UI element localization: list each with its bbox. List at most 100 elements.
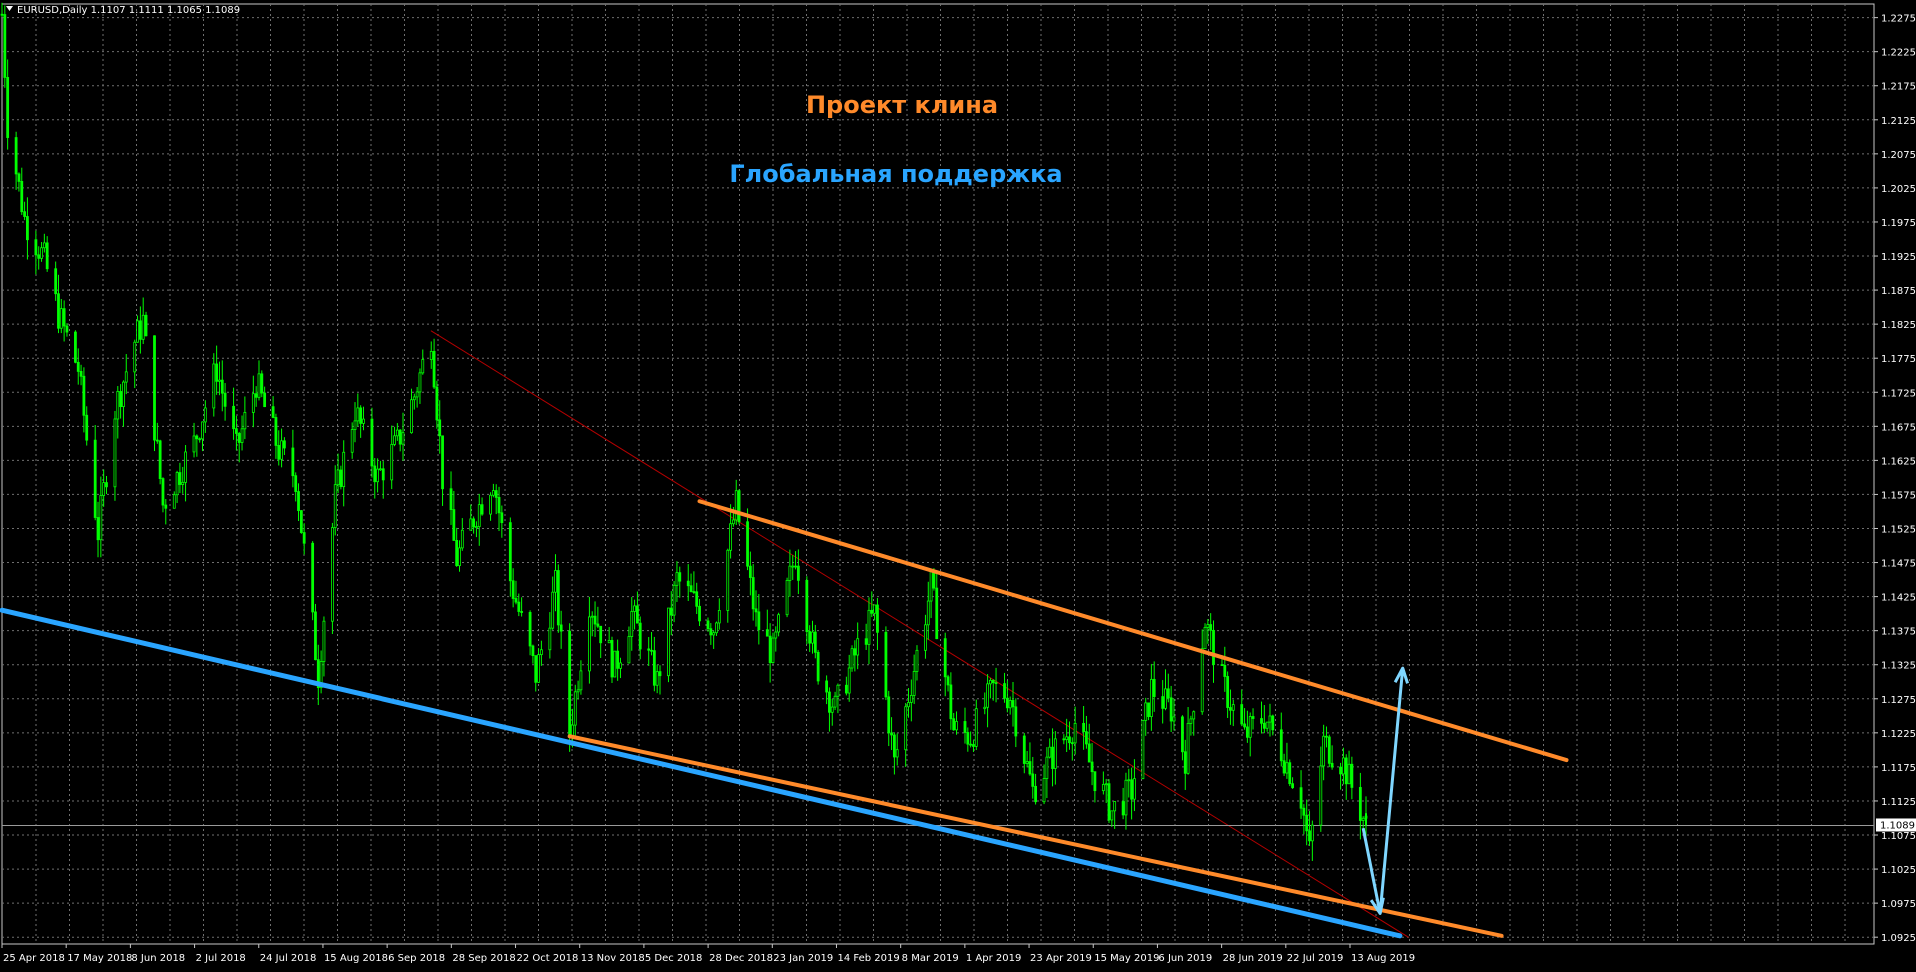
- time-tick-label: 6 Jun 2019: [1158, 953, 1212, 964]
- candle-body-last: [1365, 813, 1367, 826]
- candle-body: [686, 580, 690, 587]
- candle-body: [1288, 762, 1292, 785]
- candle-body: [1101, 784, 1105, 792]
- candle-body: [1325, 735, 1328, 738]
- price-tick-label: 1.1075: [1881, 831, 1916, 842]
- candle-body: [638, 622, 642, 650]
- price-tick-label: 1.2025: [1881, 184, 1916, 195]
- price-tick-label: 1.1175: [1881, 763, 1916, 774]
- candle-body: [706, 620, 710, 630]
- candle-body: [737, 490, 741, 523]
- candle-body: [1127, 779, 1131, 782]
- candle-body: [116, 391, 120, 420]
- candle-body: [892, 734, 896, 758]
- candle-body: [432, 350, 436, 388]
- candle-body: [184, 451, 187, 483]
- time-tick-label: 17 May 2018: [67, 953, 132, 964]
- chart-window[interactable]: 1.2275 1.2225 1.2175 1.2125 1.2075 1.2025 1.19…: [0, 0, 1916, 972]
- candle-body: [497, 497, 501, 514]
- price-tick-label: 1.1275: [1881, 695, 1916, 706]
- candle-body: [1062, 738, 1066, 741]
- time-tick-label: 28 Sep 2018: [452, 953, 515, 964]
- candle-body: [833, 695, 837, 708]
- chart-header-text: EURUSD,Daily 1.1107 1.1111 1.1065 1.1089: [17, 5, 240, 16]
- eurusd-daily-chart[interactable]: 1.2275 1.2225 1.2175 1.2125 1.2075 1.2025 1.19…: [0, 0, 1916, 972]
- candle-body: [887, 696, 891, 734]
- candle-body: [215, 363, 219, 382]
- candle-body: [1008, 700, 1012, 709]
- candle-body: [410, 399, 413, 434]
- candle-body: [93, 439, 97, 518]
- candle-body: [907, 702, 910, 708]
- candle-body: [994, 682, 998, 685]
- candle-body: [599, 625, 603, 644]
- candle-body: [909, 695, 913, 703]
- candle-body: [667, 607, 670, 677]
- candle-body: [650, 649, 653, 652]
- candle-body: [771, 637, 775, 663]
- candle-body: [1262, 722, 1266, 729]
- candle-body: [460, 529, 464, 549]
- candle-body: [1025, 761, 1029, 764]
- candle-body: [1260, 718, 1263, 724]
- candle-body: [669, 607, 673, 616]
- candle-body: [1339, 766, 1342, 775]
- candle-body: [339, 469, 343, 488]
- candle-body: [732, 519, 735, 525]
- price-tick-label: 1.1775: [1881, 354, 1916, 365]
- candle-body: [452, 509, 456, 541]
- candle-body: [1144, 702, 1148, 721]
- candle-body: [1319, 765, 1323, 826]
- time-tick-label: 15 May 2019: [1094, 953, 1159, 964]
- candle-body: [658, 671, 662, 677]
- candle-body: [579, 670, 583, 691]
- candle-body: [1003, 683, 1006, 699]
- candle-body: [302, 532, 306, 544]
- candle-body: [57, 293, 60, 329]
- candle-body: [1248, 716, 1252, 738]
- candle-body: [1073, 722, 1077, 744]
- time-tick-label: 14 Feb 2019: [837, 953, 899, 964]
- candle-body: [469, 518, 473, 531]
- candle-body: [218, 379, 221, 382]
- candle-body: [153, 335, 156, 441]
- candle-body: [1229, 707, 1232, 711]
- candle-body: [1169, 697, 1173, 722]
- candle-body: [1322, 735, 1326, 767]
- candle-body: [294, 475, 298, 492]
- candle-body: [754, 608, 758, 613]
- candle-body: [983, 706, 987, 710]
- price-tick-label: 1.0925: [1881, 933, 1916, 944]
- candle-body: [717, 610, 721, 624]
- candle-body: [379, 468, 382, 471]
- candle-body: [373, 465, 377, 483]
- candle-body: [647, 648, 651, 651]
- candle-body: [912, 671, 916, 696]
- time-tick-label: 15 Aug 2018: [324, 953, 388, 964]
- candle-body: [234, 428, 238, 434]
- price-tick-label: 1.1325: [1881, 661, 1916, 672]
- candle-body: [1240, 704, 1244, 725]
- candle-body: [520, 611, 524, 613]
- candle-body: [458, 547, 461, 567]
- candle-body: [537, 654, 540, 683]
- candle-body: [254, 393, 258, 398]
- candle-body: [963, 721, 967, 733]
- candle-body: [455, 540, 459, 567]
- candle-body: [1107, 783, 1111, 821]
- candle-body: [412, 396, 416, 401]
- price-tick-label: 1.1575: [1881, 490, 1916, 501]
- price-tick-label: 1.1425: [1881, 593, 1916, 604]
- candle-body: [1085, 731, 1088, 745]
- candle-body: [1133, 778, 1136, 800]
- candle-body: [1152, 678, 1156, 697]
- candle-body: [709, 628, 713, 636]
- price-tick-label: 1.1225: [1881, 729, 1916, 740]
- candle-body: [1186, 722, 1190, 774]
- candle-body: [421, 359, 425, 374]
- price-tick-label: 1.2075: [1881, 150, 1916, 161]
- candle-body: [1358, 787, 1362, 821]
- candle-body: [1065, 736, 1069, 740]
- price-tick-label: 1.1825: [1881, 320, 1916, 331]
- candle-body: [751, 577, 755, 610]
